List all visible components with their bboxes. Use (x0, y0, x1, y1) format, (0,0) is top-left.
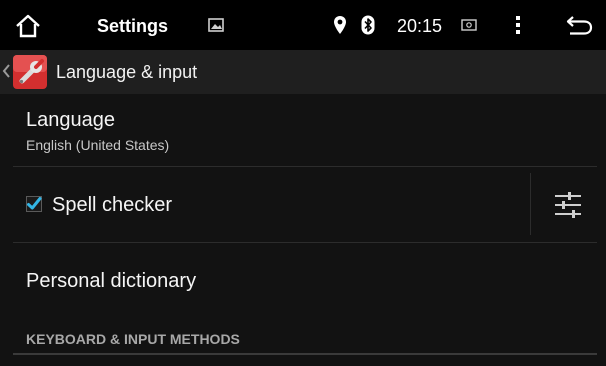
language-title: Language (26, 109, 115, 131)
bluetooth-icon (361, 15, 375, 35)
language-preference[interactable]: Language English (United States) (0, 94, 606, 166)
language-summary: English (United States) (26, 137, 170, 153)
equalizer-settings-icon[interactable] (553, 191, 583, 219)
section-header-keyboard: KEYBOARD & INPUT METHODS (26, 331, 240, 347)
location-icon (333, 15, 347, 35)
personal-dictionary-label: Personal dictionary (26, 270, 197, 292)
spell-checker-preference[interactable]: Spell checker (0, 167, 606, 242)
personal-dictionary-preference[interactable]: Personal dictionary (0, 243, 606, 319)
back-icon[interactable] (565, 14, 593, 36)
page-title: Language & input (56, 62, 198, 82)
action-bar[interactable]: Language & input (0, 50, 606, 94)
clock-time: 20:15 (397, 16, 443, 36)
up-caret-icon[interactable] (2, 63, 10, 79)
spell-checker-label: Spell checker (52, 194, 173, 216)
section-divider (13, 353, 597, 355)
overflow-menu-icon[interactable] (514, 14, 522, 36)
settings-list: Language English (United States) Spell c… (0, 94, 606, 366)
cast-icon (461, 18, 477, 32)
status-app-title: Settings (97, 16, 169, 36)
home-icon[interactable] (15, 14, 41, 38)
status-bar: Settings 20:15 (0, 0, 606, 50)
settings-wrench-app-icon[interactable] (12, 54, 48, 90)
vertical-divider (530, 173, 531, 235)
spell-checker-checkbox[interactable] (26, 196, 42, 212)
gallery-icon (208, 18, 224, 32)
